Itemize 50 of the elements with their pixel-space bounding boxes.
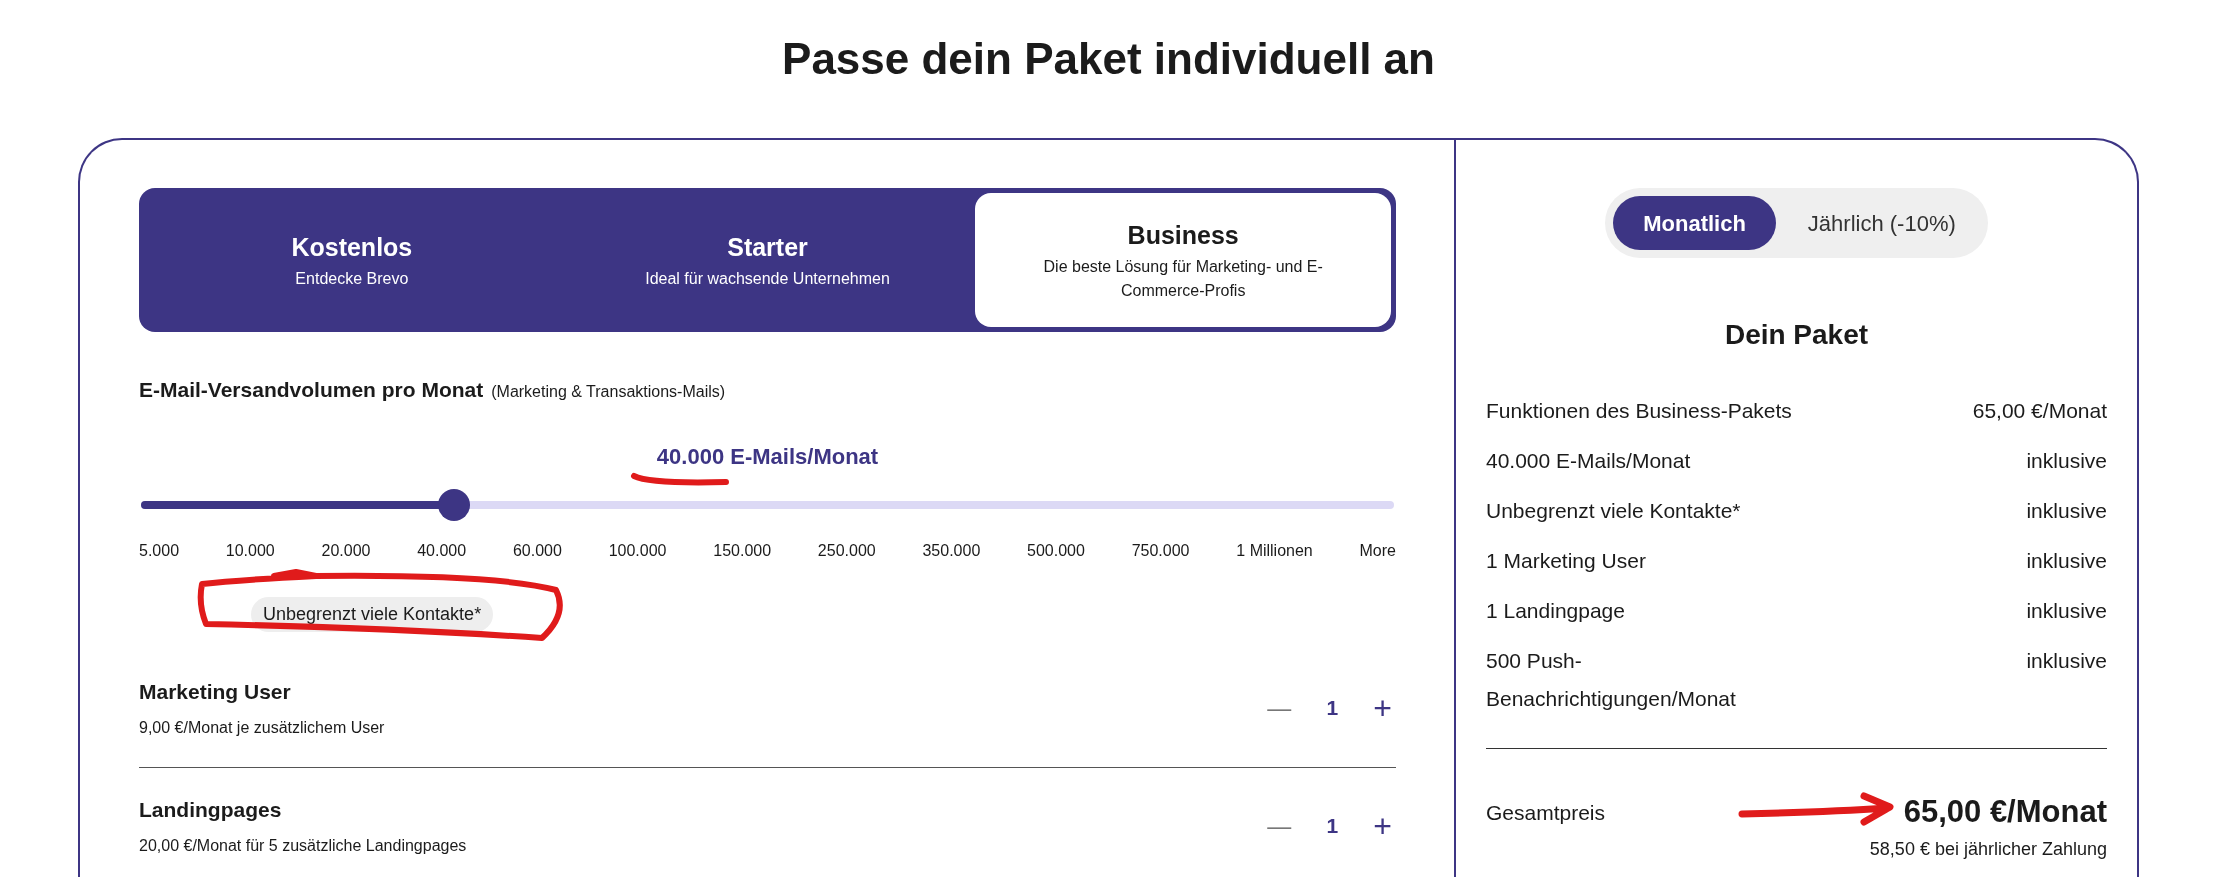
- tick-label: 100.000: [608, 540, 667, 561]
- plan-tab[interactable]: Business Die beste Lösung für Marketing- und E-Commerce-Profis: [975, 193, 1391, 327]
- summary-item: 40.000 E-Mails/Monat: [1486, 448, 1691, 474]
- section-label: E-Mail-Versandvolumen pro Monat: [139, 377, 484, 403]
- quantity-value: 1: [1325, 813, 1340, 840]
- summary-price: inklusive: [2026, 548, 2107, 574]
- section-note: (Marketing & Transaktions-Mails): [491, 382, 726, 402]
- page-title: Passe dein Paket individuell an: [781, 33, 1436, 85]
- quantity-value: 1: [1325, 695, 1340, 722]
- addon-name: Marketing User: [139, 679, 292, 706]
- summary-item: 1 Marketing User: [1486, 548, 1646, 574]
- tick-label: 350.000: [922, 540, 981, 561]
- plan-tab[interactable]: Starter Ideal für wachsende Unternehmen: [559, 193, 976, 327]
- increment-button[interactable]: +: [1373, 802, 1392, 850]
- tick-label: More: [1359, 540, 1396, 561]
- increment-button[interactable]: +: [1373, 684, 1392, 732]
- tick-label: 750.000: [1131, 540, 1190, 561]
- addon-price: 20,00 €/Monat für 5 zusätzliche Landingpages: [139, 835, 467, 856]
- summary-price: inklusive: [2026, 598, 2107, 624]
- tick-label: 250.000: [817, 540, 876, 561]
- addon-name: Landingpages: [139, 797, 283, 824]
- slider-thumb[interactable]: [438, 488, 471, 521]
- tick-label: 150.000: [713, 540, 772, 561]
- tick-label: 10.000: [225, 540, 275, 561]
- slider-track[interactable]: [141, 500, 1394, 509]
- summary-title: Dein Paket: [1723, 318, 1870, 352]
- total-price: 65,00 €/Monat: [1903, 793, 2107, 831]
- summary-item: 500 Push-Benachrichtigungen/Monat: [1486, 648, 1737, 712]
- tick-label: 20.000: [321, 540, 371, 561]
- summary-price: 65,00 €/Monat: [1972, 398, 2107, 424]
- yearly-price-note: 58,50 € bei jährlicher Zahlung: [1869, 838, 2107, 859]
- tick-label: 60.000: [512, 540, 562, 561]
- billing-option[interactable]: Jährlich (-10%): [1783, 196, 1980, 250]
- billing-option[interactable]: Monatlich: [1613, 196, 1776, 250]
- tick-label: 40.000: [417, 540, 467, 561]
- tick-label: 5.000: [139, 540, 180, 561]
- tick-label: 1 Millionen: [1236, 540, 1313, 561]
- tick-label: 500.000: [1027, 540, 1085, 561]
- summary-price: inklusive: [2026, 648, 2107, 674]
- plan-tab[interactable]: Kostenlos Entdecke Brevo: [144, 193, 560, 327]
- summary-price: inklusive: [2026, 498, 2107, 524]
- summary-item: Unbegrenzt viele Kontakte*: [1486, 498, 1741, 524]
- addon-price: 9,00 €/Monat je zusätzlichem User: [139, 717, 385, 738]
- summary-item: Funktionen des Business-Pakets: [1486, 398, 1792, 424]
- summary-price: inklusive: [2026, 448, 2107, 474]
- decrement-button[interactable]: —: [1267, 808, 1292, 844]
- decrement-button[interactable]: —: [1267, 690, 1292, 726]
- total-label: Gesamtpreis: [1486, 799, 1606, 826]
- summary-item: 1 Landingpage: [1486, 598, 1625, 624]
- selected-volume: 40.000 E-Mails/Monat: [656, 443, 879, 469]
